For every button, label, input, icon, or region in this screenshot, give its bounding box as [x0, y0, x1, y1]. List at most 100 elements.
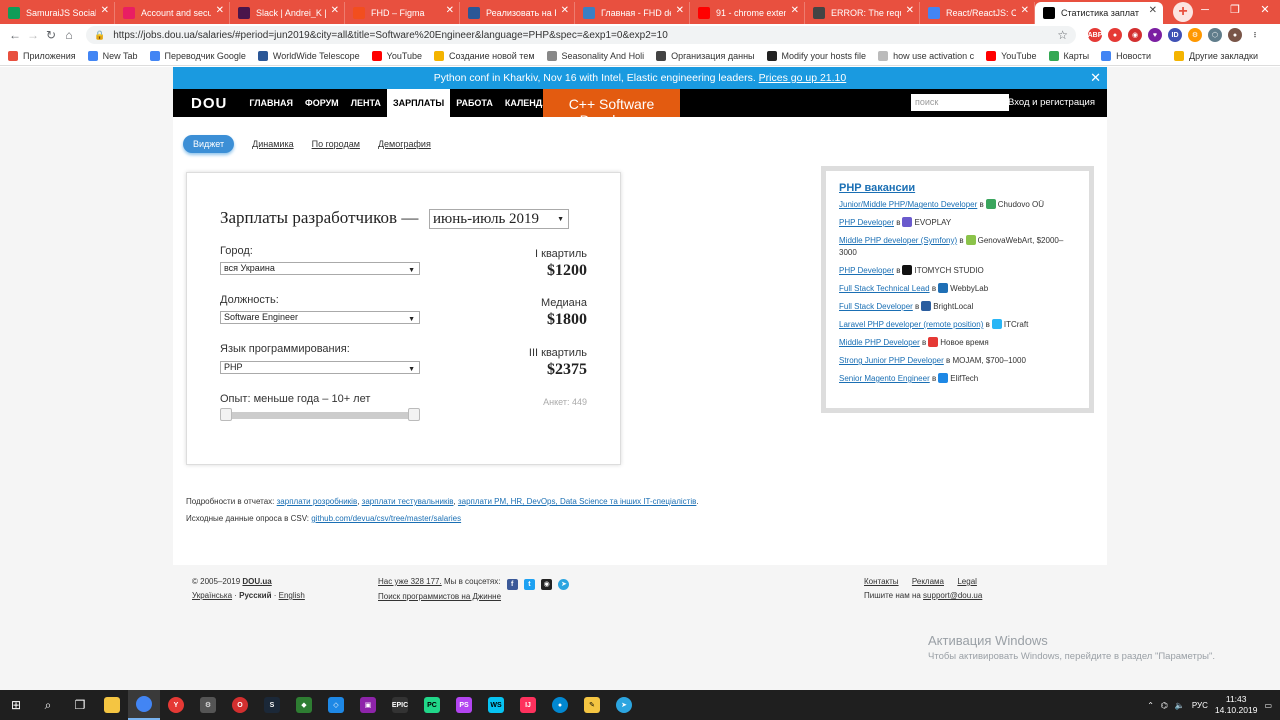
- other-bookmarks[interactable]: Другие закладки: [1174, 50, 1258, 61]
- login-link[interactable]: Вход и регистрация: [1008, 89, 1095, 117]
- app-icon[interactable]: ●: [544, 690, 576, 720]
- footer-site-link[interactable]: DOU.ua: [242, 577, 271, 586]
- tab-widget[interactable]: Виджет: [183, 135, 235, 153]
- clock[interactable]: 11:43 14.10.2019: [1215, 694, 1258, 716]
- browser-tab[interactable]: Slack | Andrei_K | Fr ✕: [230, 2, 345, 24]
- close-tab-icon[interactable]: ✕: [676, 5, 684, 16]
- extension-icon[interactable]: ⬡: [1208, 28, 1222, 42]
- bookmark-item[interactable]: WorldWide Telescope: [257, 50, 360, 61]
- vacancy-link[interactable]: Senior Magento Engineer: [839, 374, 930, 383]
- browser-tab[interactable]: ERROR: The reques ✕: [805, 2, 920, 24]
- address-bar[interactable]: 🔒 https://jobs.dou.ua/salaries/#period=j…: [86, 26, 1076, 44]
- vacancy-link[interactable]: Laravel PHP developer (remote position): [839, 320, 983, 329]
- vacancy-link[interactable]: Strong Junior PHP Developer: [839, 356, 944, 365]
- network-icon[interactable]: ⌬: [1161, 701, 1168, 710]
- browser-tab[interactable]: SamuraiJS Social N ✕: [0, 2, 115, 24]
- adblock-icon[interactable]: ABP: [1088, 28, 1102, 42]
- tab-by-city[interactable]: По городам: [312, 139, 360, 149]
- bookmark-star-icon[interactable]: ☆: [1057, 28, 1068, 42]
- city-select[interactable]: вся Украина ▼: [220, 262, 420, 275]
- vscode-icon[interactable]: ◇: [320, 690, 352, 720]
- vacancy-link[interactable]: Middle PHP Developer: [839, 338, 920, 347]
- slider-handle-min[interactable]: [220, 408, 232, 421]
- close-tab-icon[interactable]: ✕: [561, 5, 569, 16]
- bookmark-item[interactable]: Организация данны: [656, 50, 755, 61]
- browser-tab[interactable]: FHD – Figma ✕: [345, 2, 460, 24]
- chevron-up-icon[interactable]: ⌃: [1147, 701, 1154, 710]
- bookmark-item[interactable]: New Tab: [87, 50, 138, 61]
- nav-item[interactable]: ГЛАВНАЯ: [243, 89, 299, 117]
- close-tab-icon[interactable]: ✕: [101, 5, 109, 16]
- file-explorer-icon[interactable]: [96, 690, 128, 720]
- nav-item[interactable]: ЗАРПЛАТЫ: [386, 89, 451, 117]
- nav-item[interactable]: ФОРУМ: [299, 89, 345, 117]
- home-icon[interactable]: ⌂: [60, 28, 78, 42]
- vacancy-link[interactable]: Middle PHP developer (Symfony): [839, 236, 957, 245]
- windows-start-icon[interactable]: ⊞: [0, 690, 32, 720]
- report-link-testers[interactable]: зарплати тестувальників: [362, 497, 454, 506]
- bookmark-item[interactable]: Modify your hosts file: [766, 50, 866, 61]
- pycharm-icon[interactable]: PC: [416, 690, 448, 720]
- chrome-icon[interactable]: [128, 690, 160, 720]
- lang-english[interactable]: English: [279, 591, 305, 600]
- notifications-icon[interactable]: ▭: [1264, 701, 1272, 710]
- report-link-other[interactable]: зарплати PM, HR, DevOps, Data Science та…: [458, 497, 696, 506]
- yandex-icon[interactable]: Y: [160, 690, 192, 720]
- vacancy-link[interactable]: PHP Developer: [839, 218, 894, 227]
- bookmark-item[interactable]: YouTube: [986, 50, 1037, 61]
- experience-slider[interactable]: [220, 408, 420, 421]
- browser-tab[interactable]: Главная - FHD deli ✕: [575, 2, 690, 24]
- minimize-icon[interactable]: ─: [1190, 0, 1220, 20]
- search-icon[interactable]: ⌕: [32, 690, 64, 720]
- browser-tab[interactable]: 91 - chrome extens ✕: [690, 2, 805, 24]
- period-select[interactable]: июнь-июль 2019 ▼: [429, 209, 569, 229]
- volume-icon[interactable]: 🔈: [1175, 701, 1185, 710]
- back-icon[interactable]: ←: [6, 28, 24, 42]
- close-tab-icon[interactable]: ✕: [791, 5, 799, 16]
- vacancies-title[interactable]: PHP вакансии: [839, 182, 1076, 194]
- twitter-icon[interactable]: t: [523, 579, 535, 590]
- report-link-developers[interactable]: зарплати розробників: [277, 497, 358, 506]
- browser-tab[interactable]: Account and securi ✕: [115, 2, 230, 24]
- vacancy-link[interactable]: Full Stack Developer: [839, 302, 913, 311]
- ads-link[interactable]: Реклама: [912, 577, 944, 586]
- forward-icon[interactable]: →: [24, 28, 42, 42]
- github-icon[interactable]: ◉: [541, 579, 553, 590]
- bookmark-item[interactable]: Seasonality And Holi: [546, 50, 644, 61]
- reload-icon[interactable]: ↻: [42, 28, 60, 42]
- bookmark-item[interactable]: Создание новой тем: [434, 50, 535, 61]
- bookmark-item[interactable]: Карты: [1048, 50, 1089, 61]
- bookmark-item[interactable]: Приложения: [8, 50, 76, 61]
- intellij-icon[interactable]: IJ: [512, 690, 544, 720]
- settings-app-icon[interactable]: ⚙: [192, 690, 224, 720]
- webstorm-icon[interactable]: WS: [480, 690, 512, 720]
- extension-icon[interactable]: ♥: [1148, 28, 1162, 42]
- legal-link[interactable]: Legal: [957, 577, 977, 586]
- close-tab-icon[interactable]: ✕: [906, 5, 914, 16]
- browser-tab[interactable]: Статистика заплат ✕: [1035, 2, 1163, 24]
- djinni-link[interactable]: Поиск программистов на Джинне: [378, 592, 501, 601]
- extension-icon[interactable]: ●: [1108, 28, 1122, 42]
- opera-icon[interactable]: O: [224, 690, 256, 720]
- bookmark-item[interactable]: YouTube: [371, 50, 422, 61]
- telegram-icon[interactable]: ➤: [558, 579, 570, 590]
- profile-avatar[interactable]: ●: [1228, 28, 1242, 42]
- maximize-icon[interactable]: ❐: [1220, 0, 1250, 20]
- nav-item[interactable]: ЛЕНТА: [345, 89, 387, 117]
- banner-link[interactable]: Prices go up 21.10: [759, 72, 847, 84]
- close-tab-icon[interactable]: ✕: [1021, 5, 1029, 16]
- vacancy-link[interactable]: Junior/Middle PHP/Magento Developer: [839, 200, 977, 209]
- dou-logo[interactable]: DOU: [191, 95, 227, 112]
- lock-icon[interactable]: 🔒: [94, 30, 105, 41]
- steam-icon[interactable]: S: [256, 690, 288, 720]
- users-count-link[interactable]: Нас уже 328 177.: [378, 577, 442, 586]
- close-tab-icon[interactable]: ✕: [1149, 5, 1157, 16]
- phpstorm-icon[interactable]: PS: [448, 690, 480, 720]
- app-icon[interactable]: ◆: [288, 690, 320, 720]
- position-select[interactable]: Software Engineer ▼: [220, 311, 420, 324]
- extension-icon[interactable]: ID: [1168, 28, 1182, 42]
- app-icon[interactable]: ▣: [352, 690, 384, 720]
- tab-dynamics[interactable]: Динамика: [252, 139, 293, 149]
- telegram-icon[interactable]: ➤: [608, 690, 640, 720]
- bookmark-item[interactable]: Переводчик Google: [149, 50, 246, 61]
